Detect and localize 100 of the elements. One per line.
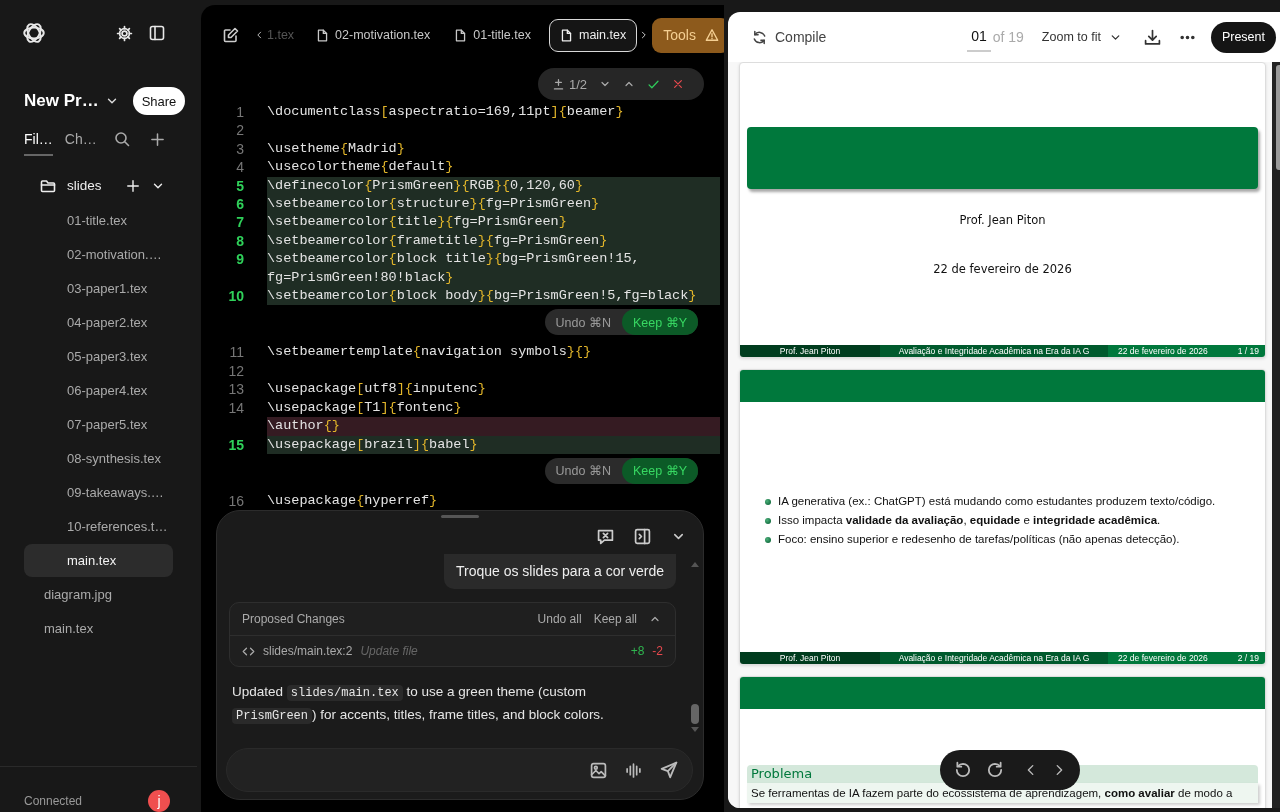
line-number: 4 (235, 158, 244, 177)
search-icon[interactable] (114, 131, 130, 147)
connection-status: Connected (24, 793, 83, 810)
sidebar-toggle-icon[interactable] (149, 25, 165, 41)
settings-icon[interactable] (116, 24, 133, 42)
file-item[interactable]: 10-references.t… (24, 510, 173, 543)
added-count: +8 (630, 644, 645, 658)
file-item[interactable]: main.tex (24, 612, 173, 645)
slide-footer-page: 1 / 19 (1237, 345, 1259, 357)
changes-title: Proposed Changes (242, 612, 346, 626)
share-button[interactable]: Share (132, 87, 186, 115)
message-input[interactable] (226, 748, 693, 792)
line-number: 3 (235, 139, 244, 159)
sidebar-tab[interactable]: Ch… (64, 122, 97, 156)
line-number: 11 (228, 343, 244, 362)
file-item[interactable]: main.tex (24, 544, 173, 577)
slide-footer-author: Prof. Jean Piton (778, 345, 842, 357)
zoom-dropdown[interactable]: Zoom to fit (1041, 30, 1122, 44)
user-message: Troque os slides para a cor verde (443, 554, 676, 589)
file-item[interactable]: 09-takeaways.… (24, 476, 173, 509)
plus-minus-icon (551, 77, 565, 91)
slide-footer-title: Avaliação e Integridade Acadêmica na Era da IA G (897, 652, 1091, 664)
slide-footer-author: Prof. Jean Piton (778, 652, 842, 664)
file-icon (316, 28, 330, 42)
file-item[interactable]: 07-paper5.tex (24, 408, 173, 441)
code-line: \documentclass[aspectratio=169,11pt]{beamer} (267, 103, 625, 121)
slide-footer-date: 22 de fevereiro de 2026 (1118, 652, 1208, 664)
bullet-icon (765, 536, 771, 543)
file-item[interactable]: 02-motivation.… (24, 238, 173, 271)
file-path: slides/main.tex:2 (263, 644, 353, 658)
folder-icon (40, 177, 56, 194)
logo-icon (22, 21, 46, 45)
new-file-icon[interactable] (223, 27, 239, 43)
clear-chat-icon[interactable] (597, 527, 614, 545)
image-icon[interactable] (590, 761, 607, 779)
changed-file-row[interactable]: slides/main.tex:2 Update file +8 -2 (230, 635, 675, 666)
compile-button[interactable]: Compile (752, 29, 827, 45)
editor-tab[interactable]: 02-motivation.tex (316, 18, 431, 52)
side-panel-icon[interactable] (634, 527, 651, 545)
line-number: 12 (227, 361, 244, 381)
rotate-right-icon[interactable] (986, 761, 1004, 779)
close-icon[interactable] (672, 78, 684, 90)
editor-tab[interactable]: 01-title.tex (454, 18, 531, 52)
slide-footer-page: 2 / 19 (1237, 652, 1259, 664)
sidebar-tab[interactable]: Fil… (24, 122, 53, 156)
line-number: 5 (235, 176, 244, 196)
folder-name[interactable]: slides (67, 178, 115, 193)
file-item[interactable]: 08-synthesis.tex (24, 442, 173, 475)
line-number: 13 (227, 380, 244, 399)
rotate-left-icon[interactable] (954, 761, 972, 779)
page-count: of 19 (992, 29, 1024, 45)
file-item[interactable]: 06-paper4.tex (24, 374, 173, 407)
undo-all-link[interactable]: Undo all (537, 612, 582, 626)
page-number-field[interactable]: 01 (967, 22, 991, 52)
code-line: \usepackage{hyperref} (267, 491, 439, 510)
download-icon[interactable] (1143, 28, 1161, 46)
file-item[interactable]: 01-title.tex (24, 204, 173, 237)
line-number: 16 (227, 491, 244, 511)
file-item[interactable]: diagram.jpg (24, 578, 173, 611)
drag-handle[interactable] (441, 515, 479, 518)
file-icon (454, 28, 468, 42)
present-button[interactable]: Present (1210, 21, 1276, 53)
line-number: 6 (235, 195, 244, 214)
chevron-right-icon[interactable] (639, 29, 649, 41)
line-number: 8 (235, 231, 244, 251)
undo-button[interactable]: Undo ⌘N (544, 309, 622, 336)
project-name: New Pr… (24, 91, 99, 111)
refresh-icon (752, 29, 767, 45)
code-line: \usetheme{Madrid} (267, 139, 406, 158)
file-item[interactable]: 05-paper3.tex (24, 340, 173, 373)
line-number: 15 (227, 435, 244, 454)
keep-button[interactable]: Keep ⌘Y (622, 309, 698, 336)
line-number: 14 (227, 398, 244, 418)
tools-button[interactable]: Tools (652, 17, 724, 53)
slide-author: Prof. Jean Piton (958, 212, 1047, 229)
file-action: Update file (360, 644, 419, 658)
undo-button[interactable]: Undo ⌘N (544, 457, 622, 484)
block-text: Se ferramentas de IA fazem parte do ecossistema de aprendizagem, como avaliar de modo a (747, 783, 1258, 803)
plus-icon[interactable] (150, 131, 165, 147)
bullet-icon (765, 498, 771, 505)
voice-icon[interactable] (625, 761, 642, 779)
removed-count: -2 (652, 644, 663, 658)
bullet-text: IA generativa (ex.: ChatGPT) está mudando como estudantes produzem texto/código. (778, 494, 1216, 509)
editor-tab[interactable]: main.tex (548, 18, 638, 52)
file-item[interactable]: 03-paper1.tex (24, 272, 173, 305)
user-avatar[interactable]: j (148, 790, 170, 812)
bullet-text: Foco: ensino superior e redesenho de tarefas/políticas (não apenas detecção). (778, 532, 1180, 547)
line-number: 1 (235, 103, 244, 122)
keep-button[interactable]: Keep ⌘Y (622, 457, 698, 484)
line-number: 10 (227, 287, 244, 306)
assistant-message: Updated slides/main.tex to use a green theme (custom PrismGreen ) for accents, titles, frame titles, and block colors. (232, 683, 605, 726)
keep-all-link[interactable]: Keep all (593, 612, 637, 626)
code-line: \usecolortheme{default} (267, 158, 455, 177)
send-icon[interactable] (660, 761, 678, 779)
bullet-text: Isso impacta validade da avaliação, equidade e integridade acadêmica. (778, 513, 1161, 528)
chevron-left-icon[interactable] (255, 29, 264, 41)
slide-date: 22 de fevereiro de 2026 (932, 261, 1073, 278)
slide-footer-date: 22 de fevereiro de 2026 (1118, 345, 1208, 357)
file-item[interactable]: 04-paper2.tex (24, 306, 173, 339)
slide-footer-title: Avaliação e Integridade Acadêmica na Era da IA G (897, 345, 1091, 357)
